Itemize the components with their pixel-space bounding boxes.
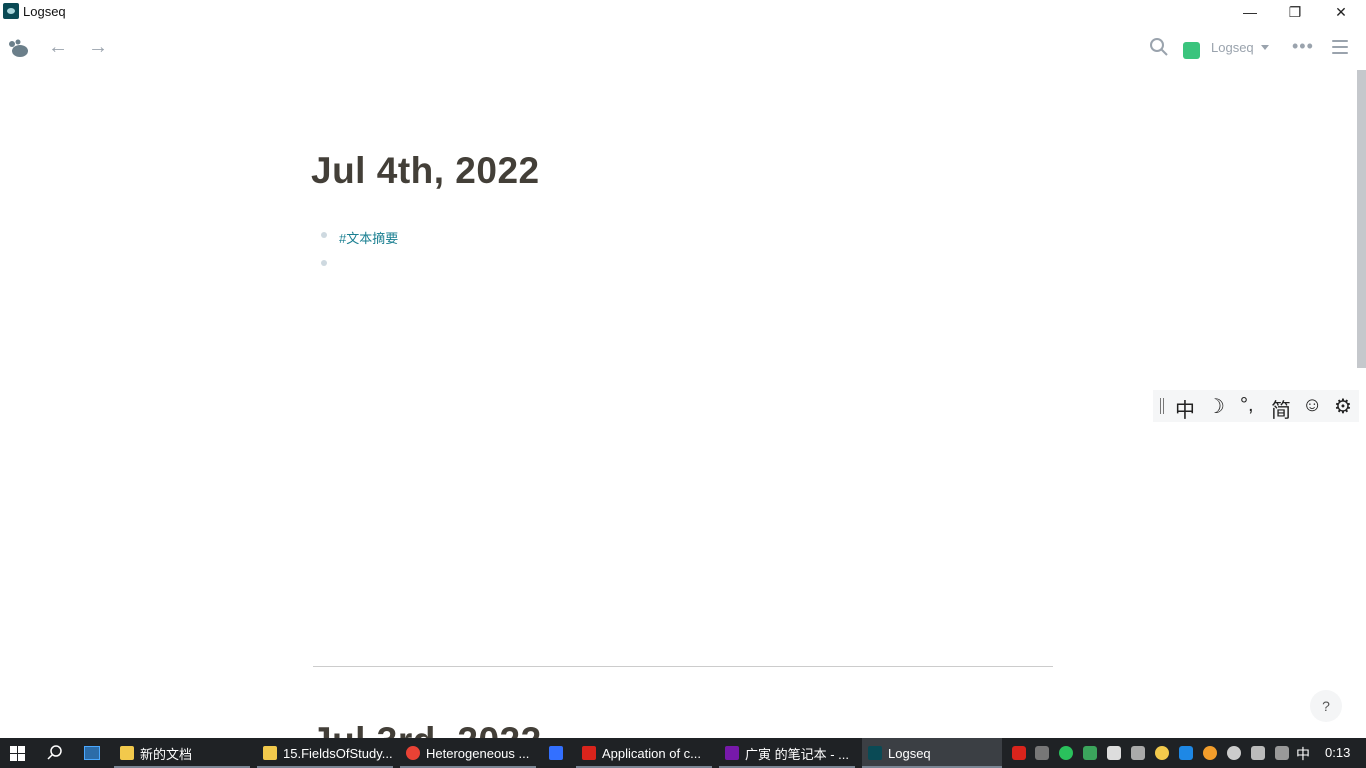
wifi-icon[interactable]	[1275, 746, 1289, 760]
bluetooth-icon[interactable]	[1179, 746, 1193, 760]
taskbar-item-logseq[interactable]: Logseq	[862, 738, 1002, 768]
punctuation-icon[interactable]: °,	[1240, 394, 1254, 417]
chrome-icon	[406, 746, 420, 760]
emoji-icon[interactable]: ☺	[1302, 394, 1322, 417]
taskbar-item-feishu[interactable]	[543, 738, 571, 768]
taskbar-item-label: 15.FieldsOfStudy...	[283, 745, 393, 761]
wechat-icon[interactable]	[1059, 746, 1073, 760]
logseq-logo-icon[interactable]	[8, 38, 30, 58]
chevron-down-icon[interactable]	[1261, 45, 1269, 50]
more-menu-button[interactable]: •••	[1292, 36, 1314, 57]
ime-chinese-mode[interactable]: 中	[1175, 394, 1195, 423]
search-icon[interactable]	[46, 744, 64, 762]
restore-button[interactable]: ❐	[1272, 0, 1318, 24]
battery-icon[interactable]	[1251, 746, 1265, 760]
taskbar-item-label: Logseq	[888, 745, 931, 761]
logseq-app-icon	[3, 3, 19, 19]
app-tray-icon[interactable]	[1155, 746, 1169, 760]
taskbar-item-label: 新的文档	[140, 746, 193, 762]
wps-tray-icon[interactable]	[1012, 746, 1026, 760]
page-title[interactable]: Jul 4th, 2022	[311, 150, 540, 192]
gear-icon[interactable]: ⚙	[1334, 394, 1352, 419]
graph-switcher[interactable]: Logseq	[1211, 40, 1254, 55]
security-icon[interactable]	[1107, 746, 1121, 760]
folder-icon	[120, 746, 134, 760]
close-button[interactable]: ✕	[1318, 0, 1364, 24]
taskbar-item-folder[interactable]: 15.FieldsOfStudy...	[257, 738, 393, 768]
help-button[interactable]: ?	[1310, 690, 1342, 722]
clock[interactable]: 0:13	[1325, 745, 1350, 760]
ime-indicator[interactable]: 中	[1296, 744, 1310, 764]
folder-icon	[263, 746, 277, 760]
sidebar-toggle-icon[interactable]	[1332, 40, 1348, 54]
wps-icon	[582, 746, 596, 760]
moon-icon[interactable]: ☽	[1207, 394, 1225, 419]
search-icon[interactable]	[1149, 37, 1169, 57]
forward-arrow-icon[interactable]: →	[88, 36, 108, 59]
scrollbar[interactable]	[1357, 70, 1366, 368]
onenote-icon	[725, 746, 739, 760]
feishu-icon	[549, 746, 563, 760]
taskbar-item-chrome[interactable]: Heterogeneous ...	[400, 738, 536, 768]
windows-start-icon[interactable]	[10, 746, 25, 761]
taskbar-item-label: Application of c...	[602, 745, 701, 761]
taskbar-item-label: Heterogeneous ...	[426, 745, 530, 761]
ime-drag-handle[interactable]	[1160, 398, 1164, 414]
taskbar-item-docs[interactable]: 新的文档	[114, 738, 250, 768]
taskbar-item-label: 广寅 的笔记本 - ...	[745, 746, 850, 762]
ime-simplified-mode[interactable]: 简	[1271, 394, 1291, 423]
shield-icon[interactable]	[1083, 746, 1097, 760]
search-tray-icon[interactable]	[1203, 746, 1217, 760]
usb-icon[interactable]	[1131, 746, 1145, 760]
window-titlebar: Logseq — ❐ ✕	[0, 0, 1366, 24]
journal-divider	[313, 666, 1053, 667]
taskbar-item-wps[interactable]: Application of c...	[576, 738, 712, 768]
minimize-button[interactable]: —	[1227, 0, 1273, 24]
taskview-icon[interactable]	[84, 746, 100, 760]
app-toolbar: ← → Logseq •••	[0, 24, 1366, 70]
window-title: Logseq	[23, 4, 66, 19]
graph-badge-icon[interactable]	[1183, 42, 1200, 59]
ime-toolbar: 中 ☽ °, 简 ☺ ⚙	[1153, 390, 1359, 422]
block-bullet[interactable]	[321, 260, 327, 266]
block-bullet[interactable]	[321, 232, 327, 238]
taskbar: 新的文档 15.FieldsOfStudy... Heterogeneous .…	[0, 738, 1366, 768]
logseq-icon	[868, 746, 882, 760]
volume-muted-icon[interactable]	[1035, 746, 1049, 760]
back-arrow-icon[interactable]: ←	[48, 36, 68, 59]
tag-link[interactable]: #文本摘要	[339, 228, 398, 247]
taskbar-item-onenote[interactable]: 广寅 的笔记本 - ...	[719, 738, 855, 768]
panda-icon[interactable]	[1227, 746, 1241, 760]
